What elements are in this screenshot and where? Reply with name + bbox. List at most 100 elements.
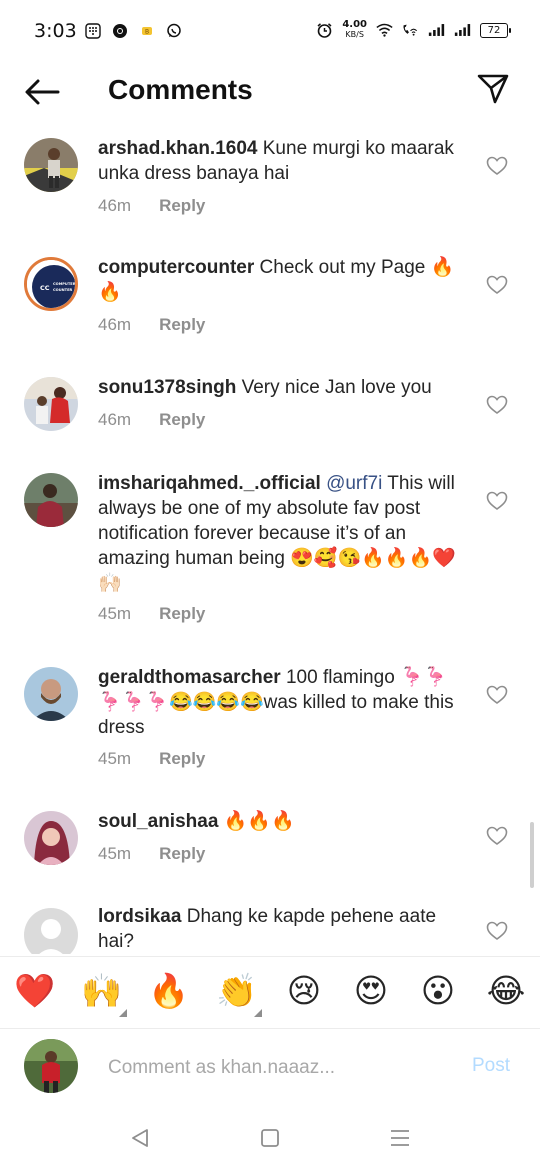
like-button[interactable] bbox=[486, 685, 508, 705]
chrome-icon bbox=[111, 22, 128, 39]
home-square-icon bbox=[261, 1129, 279, 1147]
avatar[interactable] bbox=[24, 811, 78, 865]
status-bar: 3:03 B 4.00 KB/S 72 bbox=[0, 0, 540, 66]
emoji-clap-button[interactable]: 👏 bbox=[216, 971, 262, 1017]
nav-recents-button[interactable] bbox=[388, 1126, 412, 1150]
like-button[interactable] bbox=[486, 491, 508, 511]
app-notification-icon: B bbox=[138, 22, 155, 39]
signal-icon-2 bbox=[454, 22, 471, 39]
heart-outline-icon bbox=[486, 395, 508, 414]
comment-text: soul_anishaa 🔥🔥🔥 bbox=[98, 811, 295, 832]
emoji-reaction-bar: ❤️ 🙌 🔥 👏 😢 😍 😮 😂 bbox=[0, 956, 540, 1028]
comment-time: 45m bbox=[98, 604, 132, 623]
reply-button[interactable]: Reply bbox=[159, 749, 205, 769]
like-button[interactable] bbox=[486, 921, 508, 941]
net-speed: 4.00 KB/S bbox=[342, 19, 367, 40]
signal-icon bbox=[428, 22, 445, 39]
like-button[interactable] bbox=[486, 395, 508, 415]
system-nav-bar bbox=[0, 1108, 540, 1170]
like-button[interactable] bbox=[486, 275, 508, 295]
status-time: 3:03 bbox=[34, 20, 77, 42]
my-avatar bbox=[24, 1039, 78, 1093]
vowifi-call-icon bbox=[402, 22, 419, 39]
comment-username[interactable]: arshad.khan.1604 bbox=[98, 138, 257, 159]
battery-indicator: 72 bbox=[480, 22, 511, 38]
svg-text:COMPUTER: COMPUTER bbox=[53, 282, 76, 286]
avatar[interactable] bbox=[24, 667, 78, 721]
dialpad-icon bbox=[84, 22, 101, 39]
comment-mention[interactable]: @urf7i bbox=[321, 473, 382, 494]
reply-button[interactable]: Reply bbox=[159, 196, 205, 216]
comments-list[interactable]: arshad.khan.1604 Kune murgi ko maarak un… bbox=[0, 124, 540, 954]
heart-outline-icon bbox=[486, 685, 508, 704]
comment-text: lordsikaa Dhang ke kapde pehene aate hai… bbox=[98, 906, 437, 952]
comment-time: 45m bbox=[98, 844, 132, 863]
status-system-icons: 4.00 KB/S 72 bbox=[316, 19, 511, 40]
emoji-laughing-button[interactable]: 😂 bbox=[486, 971, 526, 1011]
emoji-surprised-button[interactable]: 😮 bbox=[418, 971, 458, 1011]
svg-text:COUNTER: COUNTER bbox=[53, 288, 73, 292]
header: Comments bbox=[0, 66, 540, 120]
comment-input-row: Post bbox=[0, 1028, 540, 1108]
page-title: Comments bbox=[108, 74, 253, 105]
comment-meta: 46m Reply bbox=[98, 196, 205, 216]
reply-button[interactable]: Reply bbox=[159, 410, 205, 430]
scrollbar[interactable] bbox=[530, 822, 534, 888]
alarm-icon bbox=[316, 22, 333, 39]
avatar[interactable]: CC COMPUTER COUNTER bbox=[24, 257, 78, 311]
comment-username[interactable]: sonu1378singh bbox=[98, 377, 236, 398]
avatar[interactable] bbox=[24, 908, 78, 954]
status-notification-icons: B bbox=[84, 22, 182, 39]
emoji-crying-button[interactable]: 😢 bbox=[284, 971, 324, 1011]
emoji-heart-eyes-button[interactable]: 😍 bbox=[351, 971, 391, 1011]
comment-text: computercounter Check out my Page 🔥🔥 bbox=[98, 257, 455, 303]
nav-home-button[interactable] bbox=[258, 1126, 282, 1150]
emoji-heart-button[interactable]: ❤️ bbox=[14, 971, 55, 1011]
comment-text: sonu1378singh Very nice Jan love you bbox=[98, 377, 432, 398]
comment-text: arshad.khan.1604 Kune murgi ko maarak un… bbox=[98, 138, 454, 184]
comment-meta: 45m Reply bbox=[98, 604, 205, 624]
avatar[interactable] bbox=[24, 138, 78, 192]
comment-time: 46m bbox=[98, 196, 132, 215]
reply-button[interactable]: Reply bbox=[159, 315, 205, 335]
avatar[interactable] bbox=[24, 473, 78, 527]
comment-meta: 46m Reply bbox=[98, 410, 205, 430]
post-button[interactable]: Post bbox=[472, 1055, 510, 1077]
svg-text:B: B bbox=[144, 28, 148, 35]
back-button[interactable] bbox=[24, 76, 60, 108]
comment-username[interactable]: imshariqahmed._.official bbox=[98, 473, 321, 494]
paper-plane-icon bbox=[477, 74, 509, 104]
heart-outline-icon bbox=[486, 491, 508, 510]
emoji-raised-hands-button[interactable]: 🙌 bbox=[81, 971, 127, 1017]
reply-button[interactable]: Reply bbox=[159, 844, 205, 864]
comment-time: 45m bbox=[98, 749, 132, 768]
heart-outline-icon bbox=[486, 275, 508, 294]
arrow-left-icon bbox=[25, 79, 60, 105]
comment-meta: 45m Reply bbox=[98, 844, 205, 864]
comment-input[interactable] bbox=[108, 1053, 438, 1083]
comment-username[interactable]: lordsikaa bbox=[98, 906, 181, 927]
heart-outline-icon bbox=[486, 156, 508, 175]
like-button[interactable] bbox=[486, 826, 508, 846]
whatsapp-icon bbox=[165, 22, 182, 39]
back-triangle-icon bbox=[132, 1129, 148, 1147]
comment-meta: 45m Reply bbox=[98, 749, 205, 769]
heart-outline-icon bbox=[486, 921, 508, 940]
reply-button[interactable]: Reply bbox=[159, 604, 205, 624]
recents-lines-icon bbox=[391, 1130, 409, 1146]
nav-back-button[interactable] bbox=[128, 1126, 152, 1150]
heart-outline-icon bbox=[486, 826, 508, 845]
comment-text: imshariqahmed._.official @urf7i This wil… bbox=[98, 473, 456, 594]
emoji-fire-button[interactable]: 🔥 bbox=[148, 971, 189, 1011]
comment-time: 46m bbox=[98, 315, 132, 334]
share-button[interactable] bbox=[476, 72, 510, 106]
comment-meta: 46m Reply bbox=[98, 315, 205, 335]
comment-text: geraldthomasarcher 100 flamingo 🦩🦩🦩🦩🦩😂😂😂… bbox=[98, 667, 454, 738]
comment-username[interactable]: computercounter bbox=[98, 257, 254, 278]
comment-username[interactable]: geraldthomasarcher bbox=[98, 667, 281, 688]
avatar[interactable] bbox=[24, 377, 78, 431]
like-button[interactable] bbox=[486, 156, 508, 176]
comment-username[interactable]: soul_anishaa bbox=[98, 811, 218, 832]
comment-time: 46m bbox=[98, 410, 132, 429]
svg-text:CC: CC bbox=[40, 284, 50, 292]
